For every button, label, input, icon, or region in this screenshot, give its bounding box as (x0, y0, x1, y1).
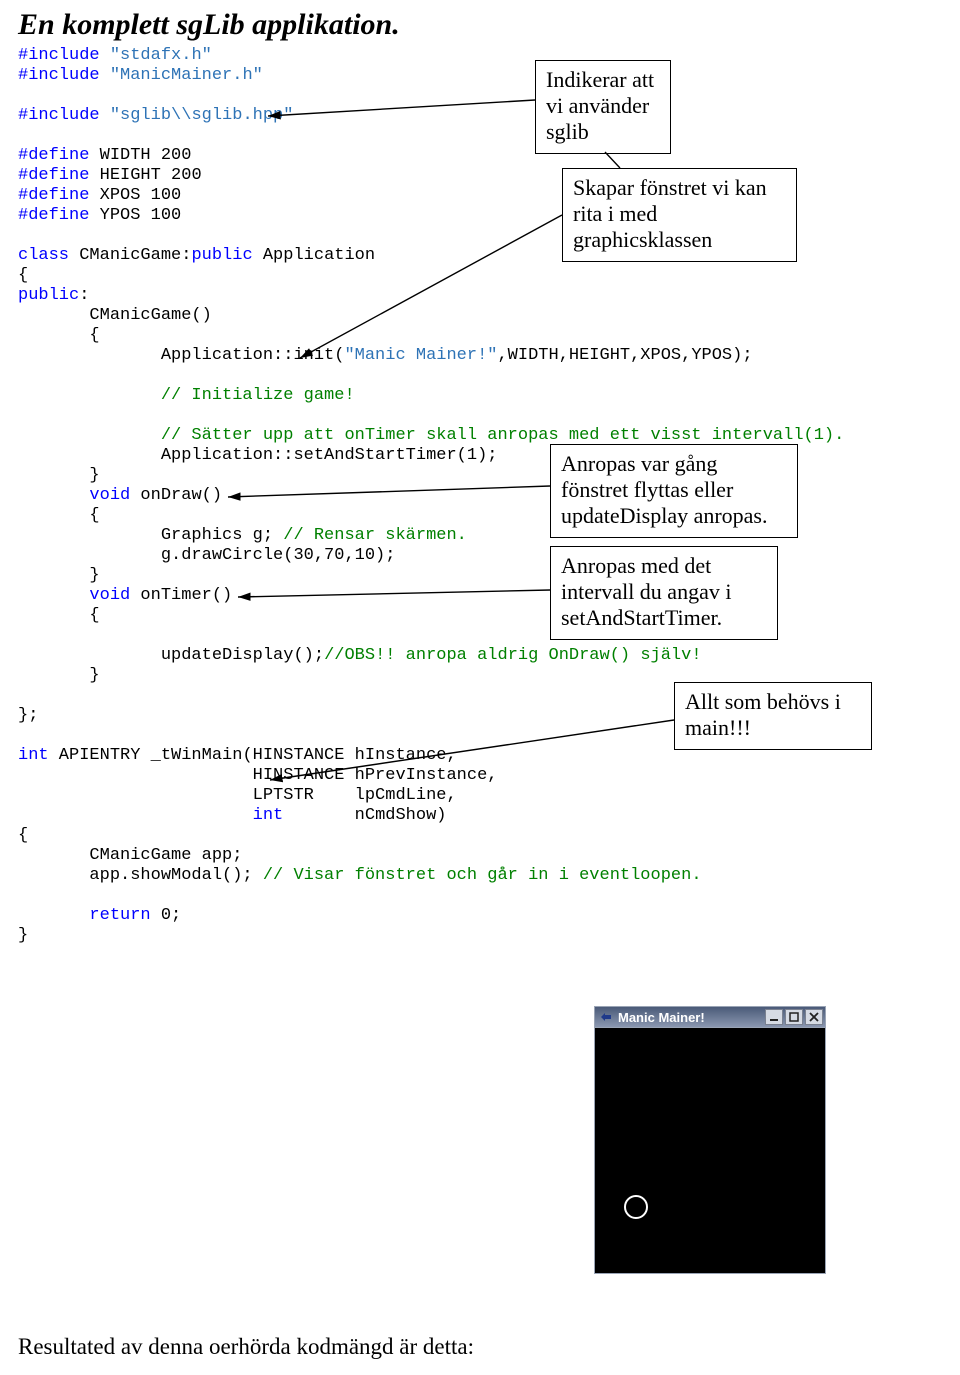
code-token: return (89, 906, 150, 925)
code-token: app.showModal(); (18, 866, 263, 885)
code-token: // Visar fönstret och går in i eventloop… (263, 866, 702, 885)
code-token: Application::init( (18, 346, 344, 365)
code-token: HEIGHT 200 (89, 166, 201, 185)
code-token: "sglib\\sglib.hpp" (100, 106, 294, 125)
code-line: LPTSTR lpCmdLine, (18, 786, 457, 805)
code-token: int (18, 746, 49, 765)
close-button[interactable] (805, 1009, 823, 1025)
app-icon (598, 1009, 614, 1025)
code-token: YPOS 100 (89, 206, 181, 225)
code-line: { (18, 266, 28, 285)
code-token: #define (18, 166, 89, 185)
window-title: Manic Mainer! (618, 1010, 765, 1025)
code-token (18, 486, 89, 505)
code-line: { (18, 826, 28, 845)
code-token: : (79, 286, 89, 305)
window-buttons (765, 1009, 823, 1025)
code-line: { (18, 326, 100, 345)
code-token (18, 806, 253, 825)
code-token: int (253, 806, 284, 825)
code-line: CManicGame app; (18, 846, 242, 865)
code-line: } (18, 566, 100, 585)
code-token: public (191, 246, 252, 265)
code-line: { (18, 506, 100, 525)
code-token: #include (18, 106, 100, 125)
code-token: CManicGame: (69, 246, 191, 265)
callout-ondraw: Anropas var gångfönstret flyttas ellerup… (550, 444, 798, 538)
code-line: g.drawCircle(30,70,10); (18, 546, 395, 565)
window-titlebar[interactable]: Manic Mainer! (594, 1006, 826, 1028)
code-line: HINSTANCE hPrevInstance, (18, 766, 497, 785)
code-line: // Initialize game! (18, 386, 355, 405)
maximize-button[interactable] (785, 1009, 803, 1025)
app-window: Manic Mainer! (594, 1006, 826, 1274)
code-token: class (18, 246, 69, 265)
code-line: } (18, 466, 100, 485)
code-line: { (18, 606, 100, 625)
code-token: #define (18, 146, 89, 165)
callout-ontimer: Anropas med detintervall du angav isetAn… (550, 546, 778, 640)
callout-window: Skapar fönstret vi kanrita i medgraphics… (562, 168, 797, 262)
code-token (18, 586, 89, 605)
code-token: #define (18, 206, 89, 225)
code-line: } (18, 926, 28, 945)
drawn-circle (624, 1195, 648, 1219)
code-token: onTimer() (130, 586, 232, 605)
code-token: Application (253, 246, 375, 265)
code-token: void (89, 486, 130, 505)
code-token: public (18, 286, 79, 305)
code-token: ,WIDTH,HEIGHT,XPOS,YPOS); (497, 346, 752, 365)
code-token: //OBS!! anropa aldrig OnDraw() själv! (324, 646, 701, 665)
code-token: 0; (151, 906, 182, 925)
code-token: void (89, 586, 130, 605)
code-token: #include (18, 46, 100, 65)
code-token: #define (18, 186, 89, 205)
code-token: Graphics g; (18, 526, 283, 545)
code-line: Application::setAndStartTimer(1); (18, 446, 497, 465)
window-client-area (594, 1028, 826, 1274)
code-token: #include (18, 66, 100, 85)
code-token: "ManicMainer.h" (100, 66, 263, 85)
code-line: // Sätter upp att onTimer skall anropas … (18, 426, 844, 445)
code-token (18, 906, 89, 925)
code-token: "stdafx.h" (100, 46, 212, 65)
callout-sglib: Indikerar attvi användersglib (535, 60, 671, 154)
code-token: onDraw() (130, 486, 222, 505)
page-title: En komplett sgLib applikation. (18, 8, 400, 42)
minimize-button[interactable] (765, 1009, 783, 1025)
callout-main: Allt som behövs imain!!! (674, 682, 872, 750)
result-caption: Resultated av denna oerhörda kodmängd är… (18, 1334, 474, 1360)
code-line: } (18, 666, 100, 685)
code-token: // Rensar skärmen. (283, 526, 467, 545)
code-token: "Manic Mainer!" (344, 346, 497, 365)
code-token: updateDisplay(); (18, 646, 324, 665)
code-token: XPOS 100 (89, 186, 181, 205)
code-line: CManicGame() (18, 306, 212, 325)
code-token: nCmdShow) (283, 806, 446, 825)
code-token: APIENTRY _tWinMain(HINSTANCE hInstance, (49, 746, 457, 765)
code-line: }; (18, 706, 38, 725)
code-token: WIDTH 200 (89, 146, 191, 165)
